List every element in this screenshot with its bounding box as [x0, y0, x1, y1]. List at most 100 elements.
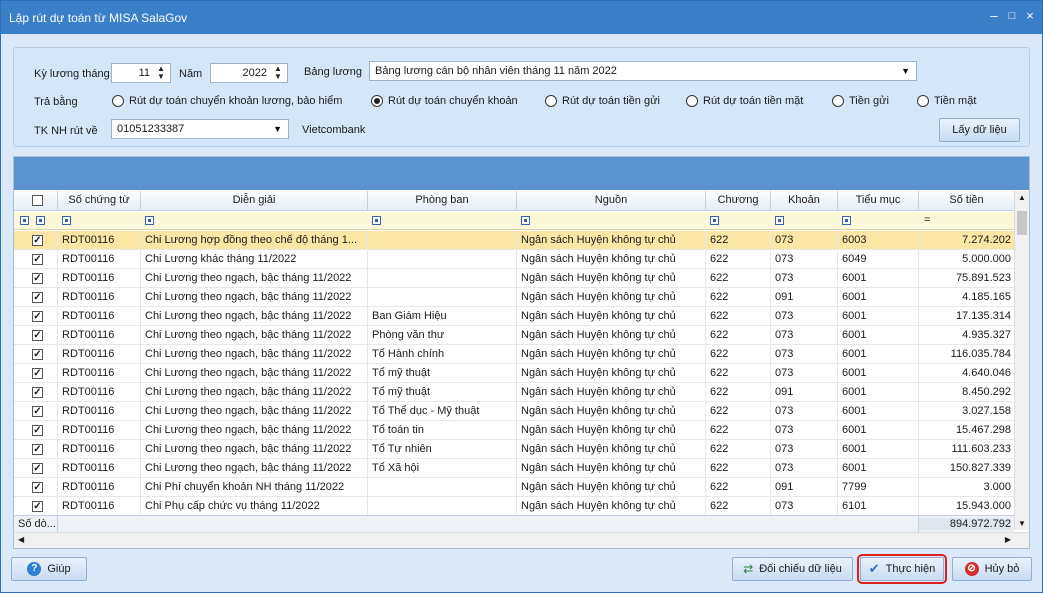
row-checkbox[interactable]: ✓ — [32, 482, 43, 493]
col-phong-ban[interactable]: Phòng ban — [368, 194, 516, 206]
cell-so: RDT00116 — [62, 310, 115, 322]
scroll-right-icon[interactable]: ▶ — [1005, 535, 1011, 544]
table-row[interactable]: ✓ RDT00116 Chi Lương theo ngạch, bậc tháng… — [14, 326, 1014, 345]
table-row[interactable]: ✓ RDT00116 Chi Lương theo ngạch, bậc tháng… — [14, 288, 1014, 307]
radio-tien-mat-du-toan[interactable]: Rút dự toán tiền mặt — [686, 95, 803, 107]
thuc-hien-button[interactable]: ✔ Thực hiện — [857, 554, 947, 584]
table-row[interactable]: ✓ RDT00116 Chi Lương theo ngạch, bậc tháng… — [14, 307, 1014, 326]
table-row[interactable]: ✓ RDT00116 Chi Lương theo ngạch, bậc tháng… — [14, 364, 1014, 383]
col-khoan[interactable]: Khoản — [771, 194, 837, 206]
close-icon[interactable]: × — [1022, 8, 1038, 24]
table-row[interactable]: ✓ RDT00116 Chi Lương theo ngạch, bậc tháng… — [14, 440, 1014, 459]
row-checkbox[interactable]: ✓ — [32, 501, 43, 512]
row-checkbox[interactable]: ✓ — [32, 444, 43, 455]
filter-row: = — [14, 212, 1029, 230]
radio-tien-gui-du-toan[interactable]: Rút dự toán tiền gửi — [545, 95, 660, 107]
help-label: Giúp — [47, 563, 71, 575]
radio-tien-mat[interactable]: Tiền mặt — [917, 95, 976, 107]
cell-phong-ban: Tổ Hành chính — [372, 348, 445, 360]
row-checkbox[interactable]: ✓ — [32, 273, 43, 284]
table-row[interactable]: ✓ RDT00116 Chi Phí chuyển khoản NH tháng 1… — [14, 478, 1014, 497]
table-row[interactable]: ✓ RDT00116 Chi Lương theo ngạch, bậc tháng… — [14, 421, 1014, 440]
cell-tieu-muc: 6001 — [842, 291, 867, 303]
row-checkbox[interactable]: ✓ — [32, 311, 43, 322]
table-row[interactable]: ✓ RDT00116 Chi Lương khác tháng 11/2022 Ngâ… — [14, 250, 1014, 269]
scroll-left-icon[interactable]: ◀ — [18, 535, 24, 544]
spinner-arrows-icon[interactable]: ▲ ▼ — [155, 65, 167, 81]
table-row[interactable]: ✓ RDT00116 Chi Lương hợp đồng theo chế độ … — [14, 231, 1014, 250]
scroll-down-icon[interactable]: ▼ — [1018, 519, 1026, 528]
col-so-chung-tu[interactable]: Số chứng từ — [58, 194, 140, 206]
doi-chieu-label: Đối chiếu dữ liệu — [759, 563, 842, 575]
row-checkbox[interactable]: ✓ — [32, 292, 43, 303]
cell-phong-ban: Phòng văn thư — [372, 329, 445, 341]
cell-chuong: 622 — [710, 367, 729, 379]
radio-ck-luong-bao-hiem[interactable]: Rút dự toán chuyển khoản lương, bảo hiểm — [112, 95, 342, 107]
cell-so: RDT00116 — [62, 234, 115, 246]
huy-bo-button[interactable]: ⊘ Hủy bỏ — [952, 557, 1032, 581]
row-checkbox[interactable]: ✓ — [32, 330, 43, 341]
scroll-thumb[interactable] — [1017, 211, 1027, 235]
filter-icon[interactable] — [372, 216, 381, 225]
filter-icon[interactable] — [521, 216, 530, 225]
horizontal-scrollbar[interactable]: ◀ ▶ — [14, 532, 1029, 548]
col-so-tien[interactable]: Số tiền — [919, 194, 1014, 206]
cell-phong-ban: Tổ toán tin — [372, 424, 424, 436]
col-dien-giai[interactable]: Diễn giải — [141, 194, 367, 206]
bang-luong-select[interactable]: Bảng lương cán bộ nhân viên tháng 11 năm… — [369, 61, 917, 81]
window-title: Lập rút dự toán từ MISA SalaGov — [9, 11, 188, 25]
row-checkbox[interactable]: ✓ — [32, 463, 43, 474]
cell-tieu-muc: 6001 — [842, 367, 867, 379]
row-checkbox[interactable]: ✓ — [32, 349, 43, 360]
bank-name: Vietcombank — [302, 124, 366, 136]
table-row[interactable]: ✓ RDT00116 Chi Lương theo ngạch, bậc tháng… — [14, 269, 1014, 288]
filter-icon[interactable] — [775, 216, 784, 225]
select-all-checkbox[interactable] — [32, 195, 43, 206]
radio-label: Tiền mặt — [934, 95, 977, 107]
ky-luong-stepper[interactable]: 11 ▲ ▼ — [111, 63, 171, 83]
doi-chieu-button[interactable]: ⇄ Đối chiếu dữ liệu — [732, 557, 853, 581]
minimize-icon[interactable]: – — [986, 8, 1002, 24]
maximize-icon[interactable]: □ — [1004, 8, 1020, 24]
table-row[interactable]: ✓ RDT00116 Chi Lương theo ngạch, bậc tháng… — [14, 402, 1014, 421]
spinner-arrows-icon[interactable]: ▲ ▼ — [272, 65, 284, 81]
filter-icon[interactable] — [145, 216, 154, 225]
vertical-scrollbar[interactable]: ▲ ▼ — [1014, 191, 1029, 530]
cell-nguon: Ngân sách Huyện không tự chủ — [521, 500, 676, 512]
scroll-up-icon[interactable]: ▲ — [1018, 193, 1026, 202]
filter-icon[interactable] — [36, 216, 45, 225]
col-tieu-muc[interactable]: Tiểu mục — [838, 194, 918, 206]
chevron-down-icon[interactable]: ▼ — [901, 66, 910, 76]
row-checkbox[interactable]: ✓ — [32, 368, 43, 379]
radio-ck[interactable]: Rút dự toán chuyển khoản — [371, 95, 518, 107]
row-checkbox[interactable]: ✓ — [32, 387, 43, 398]
chevron-down-icon[interactable]: ▼ — [273, 124, 282, 134]
data-grid: Số chứng từ Diễn giải Phòng ban Nguồn Ch… — [13, 156, 1030, 549]
help-button[interactable]: ? Giúp — [11, 557, 87, 581]
row-checkbox[interactable]: ✓ — [32, 254, 43, 265]
table-row[interactable]: ✓ RDT00116 Chi Lương theo ngạch, bậc tháng… — [14, 345, 1014, 364]
radio-circle-icon — [545, 95, 557, 107]
filter-icon[interactable] — [20, 216, 29, 225]
lay-du-lieu-button[interactable]: Lấy dữ liệu — [939, 118, 1020, 142]
tk-nh-select[interactable]: 01051233387 ▼ — [111, 119, 289, 139]
filter-icon[interactable] — [710, 216, 719, 225]
cell-tieu-muc: 6001 — [842, 310, 867, 322]
cell-khoan: 091 — [775, 386, 794, 398]
filter-icon[interactable] — [842, 216, 851, 225]
col-chuong[interactable]: Chương — [706, 194, 770, 206]
table-row[interactable]: ✓ RDT00116 Chi Lương theo ngạch, bậc tháng… — [14, 459, 1014, 478]
row-checkbox[interactable]: ✓ — [32, 235, 43, 246]
col-nguon[interactable]: Nguồn — [517, 194, 705, 206]
table-row[interactable]: ✓ RDT00116 Chi Phụ cấp chức vụ tháng 11/20… — [14, 497, 1014, 516]
radio-circle-icon — [371, 95, 383, 107]
filter-equal-icon[interactable]: = — [924, 214, 930, 226]
radio-circle-icon — [917, 95, 929, 107]
nam-stepper[interactable]: 2022 ▲ ▼ — [210, 63, 288, 83]
table-row[interactable]: ✓ RDT00116 Chi Lương theo ngạch, bậc tháng… — [14, 383, 1014, 402]
row-checkbox[interactable]: ✓ — [32, 425, 43, 436]
row-checkbox[interactable]: ✓ — [32, 406, 43, 417]
radio-tien-gui[interactable]: Tiền gửi — [832, 95, 889, 107]
cell-dien-giai: Chi Lương theo ngạch, bậc tháng 11/2022 — [145, 462, 352, 474]
filter-icon[interactable] — [62, 216, 71, 225]
